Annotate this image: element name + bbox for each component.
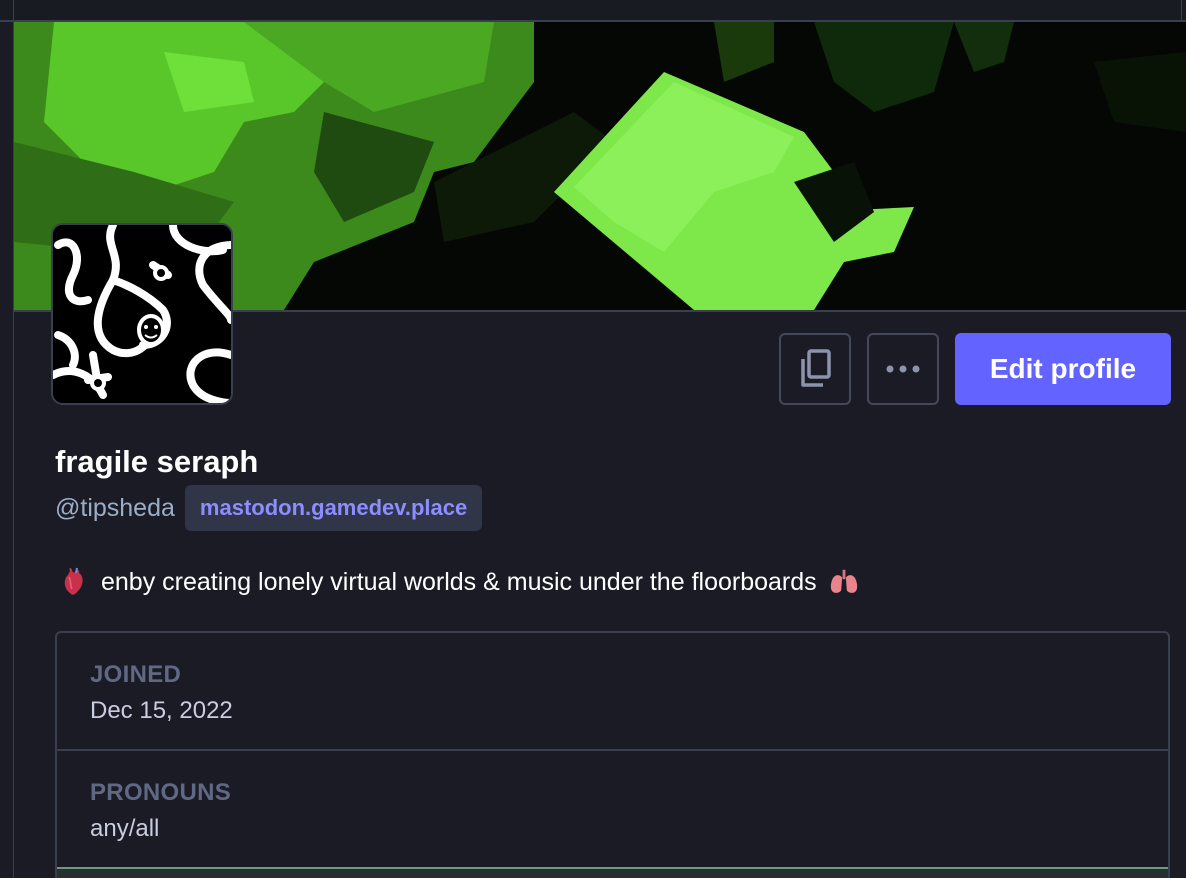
field-value: Dec 15, 2022	[90, 697, 233, 724]
field-pronouns: PRONOUNS any/all	[57, 751, 1168, 869]
profile-page: Edit profile fragile seraph @tipsheda ma…	[0, 0, 1186, 878]
domain-badge[interactable]: mastodon.gamedev.place	[184, 485, 483, 531]
bio-text: enby creating lonely virtual worlds & mu…	[101, 568, 817, 596]
profile-bio: enby creating lonely virtual worlds & mu…	[59, 562, 859, 602]
field-value: any/all	[90, 815, 160, 842]
field-label: JOINED	[90, 661, 182, 688]
display-name: fragile seraph	[55, 444, 259, 479]
edit-profile-button[interactable]: Edit profile	[955, 333, 1171, 405]
account-handle[interactable]: @tipsheda	[55, 494, 175, 523]
field-label: PRONOUNS	[90, 779, 232, 806]
top-strip-edge	[1181, 0, 1182, 20]
avatar-art	[53, 225, 231, 403]
avatar[interactable]	[51, 223, 233, 405]
profile-fields: JOINED Dec 15, 2022 PRONOUNS any/all	[55, 631, 1170, 878]
lungs-icon	[829, 567, 859, 597]
ellipsis-icon	[886, 365, 920, 373]
field-joined: JOINED Dec 15, 2022	[57, 633, 1168, 751]
field-verified	[57, 869, 1168, 878]
copy-link-button[interactable]	[779, 333, 851, 405]
more-options-button[interactable]	[867, 333, 939, 405]
copy-icon	[801, 349, 831, 387]
top-strip	[0, 0, 1186, 22]
anatomical-heart-icon	[59, 567, 89, 597]
account-handle-row: @tipsheda mastodon.gamedev.place	[55, 485, 483, 531]
